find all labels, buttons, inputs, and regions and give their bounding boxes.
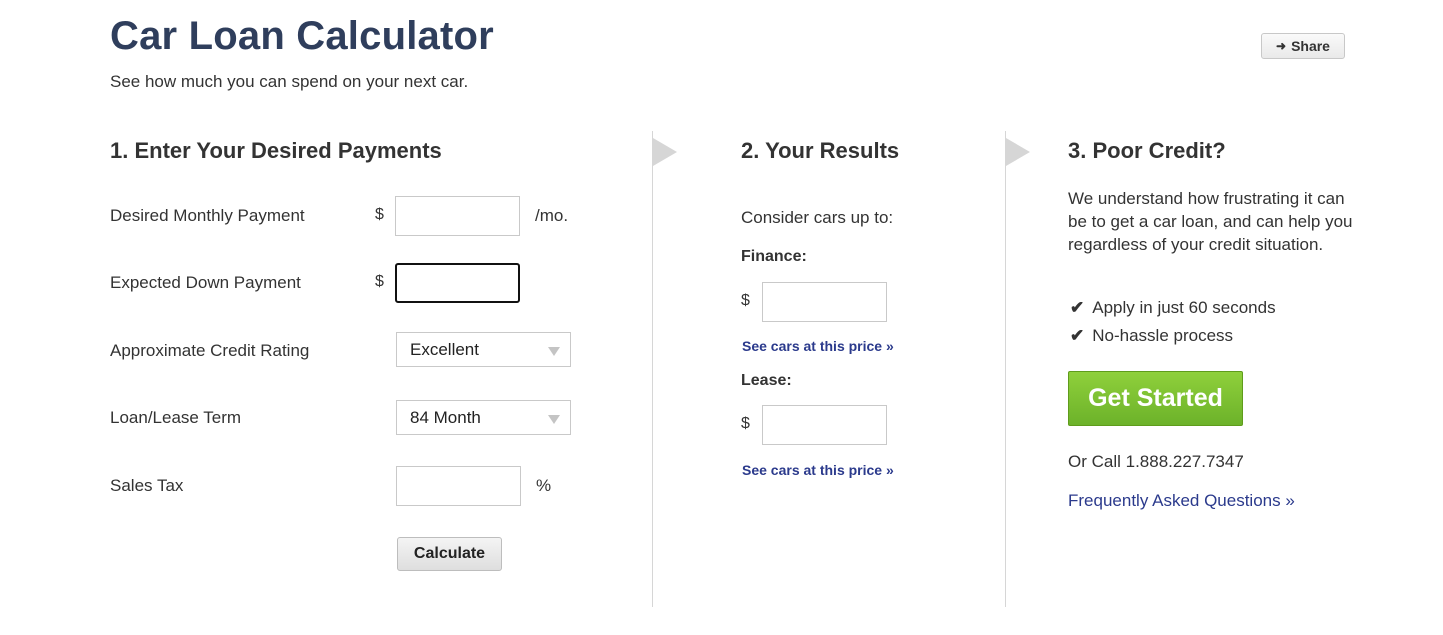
credit-rating-label: Approximate Credit Rating: [110, 341, 310, 360]
sales-tax-input[interactable]: [396, 466, 521, 506]
calculate-button[interactable]: Calculate: [397, 537, 502, 571]
results-intro: Consider cars up to:: [741, 208, 894, 227]
page-subtitle: See how much you can spend on your next …: [110, 72, 469, 91]
checklist-item: ✔ No-hassle process: [1070, 326, 1233, 346]
credit-rating-selected: Excellent: [410, 339, 479, 359]
monthly-payment-input[interactable]: [395, 196, 520, 236]
poor-credit-description: We understand how frustrating it can be …: [1068, 189, 1353, 254]
triangle-right-icon: [1006, 138, 1030, 166]
checkmark-icon: ✔: [1070, 326, 1085, 345]
lease-prefix: $: [741, 415, 750, 432]
term-select[interactable]: 84 Month: [396, 400, 571, 435]
lease-result-field: [762, 405, 887, 445]
down-payment-prefix: $: [375, 273, 384, 290]
share-button-label: Share: [1291, 38, 1330, 54]
column-divider: [1005, 131, 1006, 607]
get-started-button[interactable]: Get Started: [1068, 371, 1243, 426]
lease-label: Lease:: [741, 372, 792, 389]
monthly-payment-label: Desired Monthly Payment: [110, 206, 305, 225]
section2-heading: 2. Your Results: [741, 138, 900, 163]
term-label: Loan/Lease Term: [110, 408, 242, 427]
term-selected: 84 Month: [410, 407, 481, 427]
credit-rating-select[interactable]: Excellent: [396, 332, 571, 367]
checklist-item: ✔ Apply in just 60 seconds: [1070, 298, 1276, 318]
checkmark-icon: ✔: [1070, 298, 1085, 317]
caret-down-icon: [548, 347, 560, 356]
page-title: Car Loan Calculator: [110, 14, 494, 58]
monthly-payment-suffix: /mo.: [535, 206, 569, 225]
sign-in-arrow-icon: ➜: [1276, 39, 1287, 53]
faq-link[interactable]: Frequently Asked Questions »: [1068, 491, 1295, 511]
caret-down-icon: [548, 415, 560, 424]
finance-see-cars-link[interactable]: See cars at this price »: [742, 338, 894, 354]
finance-label: Finance:: [741, 248, 807, 265]
sales-tax-suffix: %: [536, 476, 552, 495]
checklist-item-label: Apply in just 60 seconds: [1092, 298, 1276, 317]
sales-tax-label: Sales Tax: [110, 476, 184, 495]
down-payment-input[interactable]: [395, 263, 520, 303]
triangle-right-icon: [653, 138, 677, 166]
finance-result-field: [762, 282, 887, 322]
lease-see-cars-link[interactable]: See cars at this price »: [742, 462, 894, 478]
finance-prefix: $: [741, 292, 750, 309]
monthly-payment-prefix: $: [375, 206, 384, 223]
checklist-item-label: No-hassle process: [1092, 326, 1234, 345]
down-payment-label: Expected Down Payment: [110, 273, 301, 292]
share-button[interactable]: ➜ Share: [1261, 33, 1345, 59]
call-text: Or Call 1.888.227.7347: [1068, 452, 1244, 471]
column-divider: [652, 131, 653, 607]
section3-heading: 3. Poor Credit?: [1068, 138, 1226, 163]
section1-heading: 1. Enter Your Desired Payments: [110, 138, 442, 163]
